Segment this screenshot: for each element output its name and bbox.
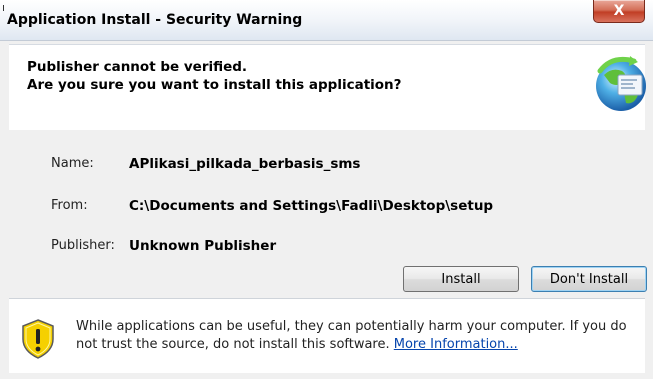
- title-bar[interactable]: Application Install - Security Warning X: [0, 0, 653, 41]
- publisher-label: Publisher:: [51, 238, 115, 253]
- security-warning-dialog: Application Install - Security Warning X…: [0, 0, 653, 379]
- dont-install-button[interactable]: Don't Install: [531, 266, 647, 292]
- name-value: APlikasi_pilkada_berbasis_sms: [129, 156, 361, 172]
- shield-warning-icon: [22, 319, 54, 359]
- name-label: Name:: [51, 156, 94, 171]
- more-information-link[interactable]: More Information...: [394, 337, 518, 352]
- application-globe-icon: [596, 56, 646, 111]
- window-title: Application Install - Security Warning: [7, 12, 303, 28]
- warning-headline: Publisher cannot be verified.: [27, 59, 248, 75]
- security-footer: While applications can be useful, they c…: [9, 298, 645, 373]
- install-details: Name: APlikasi_pilkada_berbasis_sms From…: [9, 130, 647, 295]
- close-icon: X: [613, 3, 625, 19]
- title-bar-mark: [3, 5, 4, 11]
- from-label: From:: [51, 198, 88, 213]
- install-button[interactable]: Install: [403, 266, 519, 292]
- warning-message: While applications can be useful, they c…: [76, 319, 627, 352]
- warning-question: Are you sure you want to install this ap…: [27, 77, 402, 93]
- publisher-value: Unknown Publisher: [129, 238, 277, 254]
- warning-header: Publisher cannot be verified. Are you su…: [9, 44, 646, 130]
- from-value: C:\Documents and Settings\Fadli\Desktop\…: [129, 198, 494, 214]
- footer-warning-text: While applications can be useful, they c…: [76, 318, 641, 354]
- close-button[interactable]: X: [593, 0, 645, 23]
